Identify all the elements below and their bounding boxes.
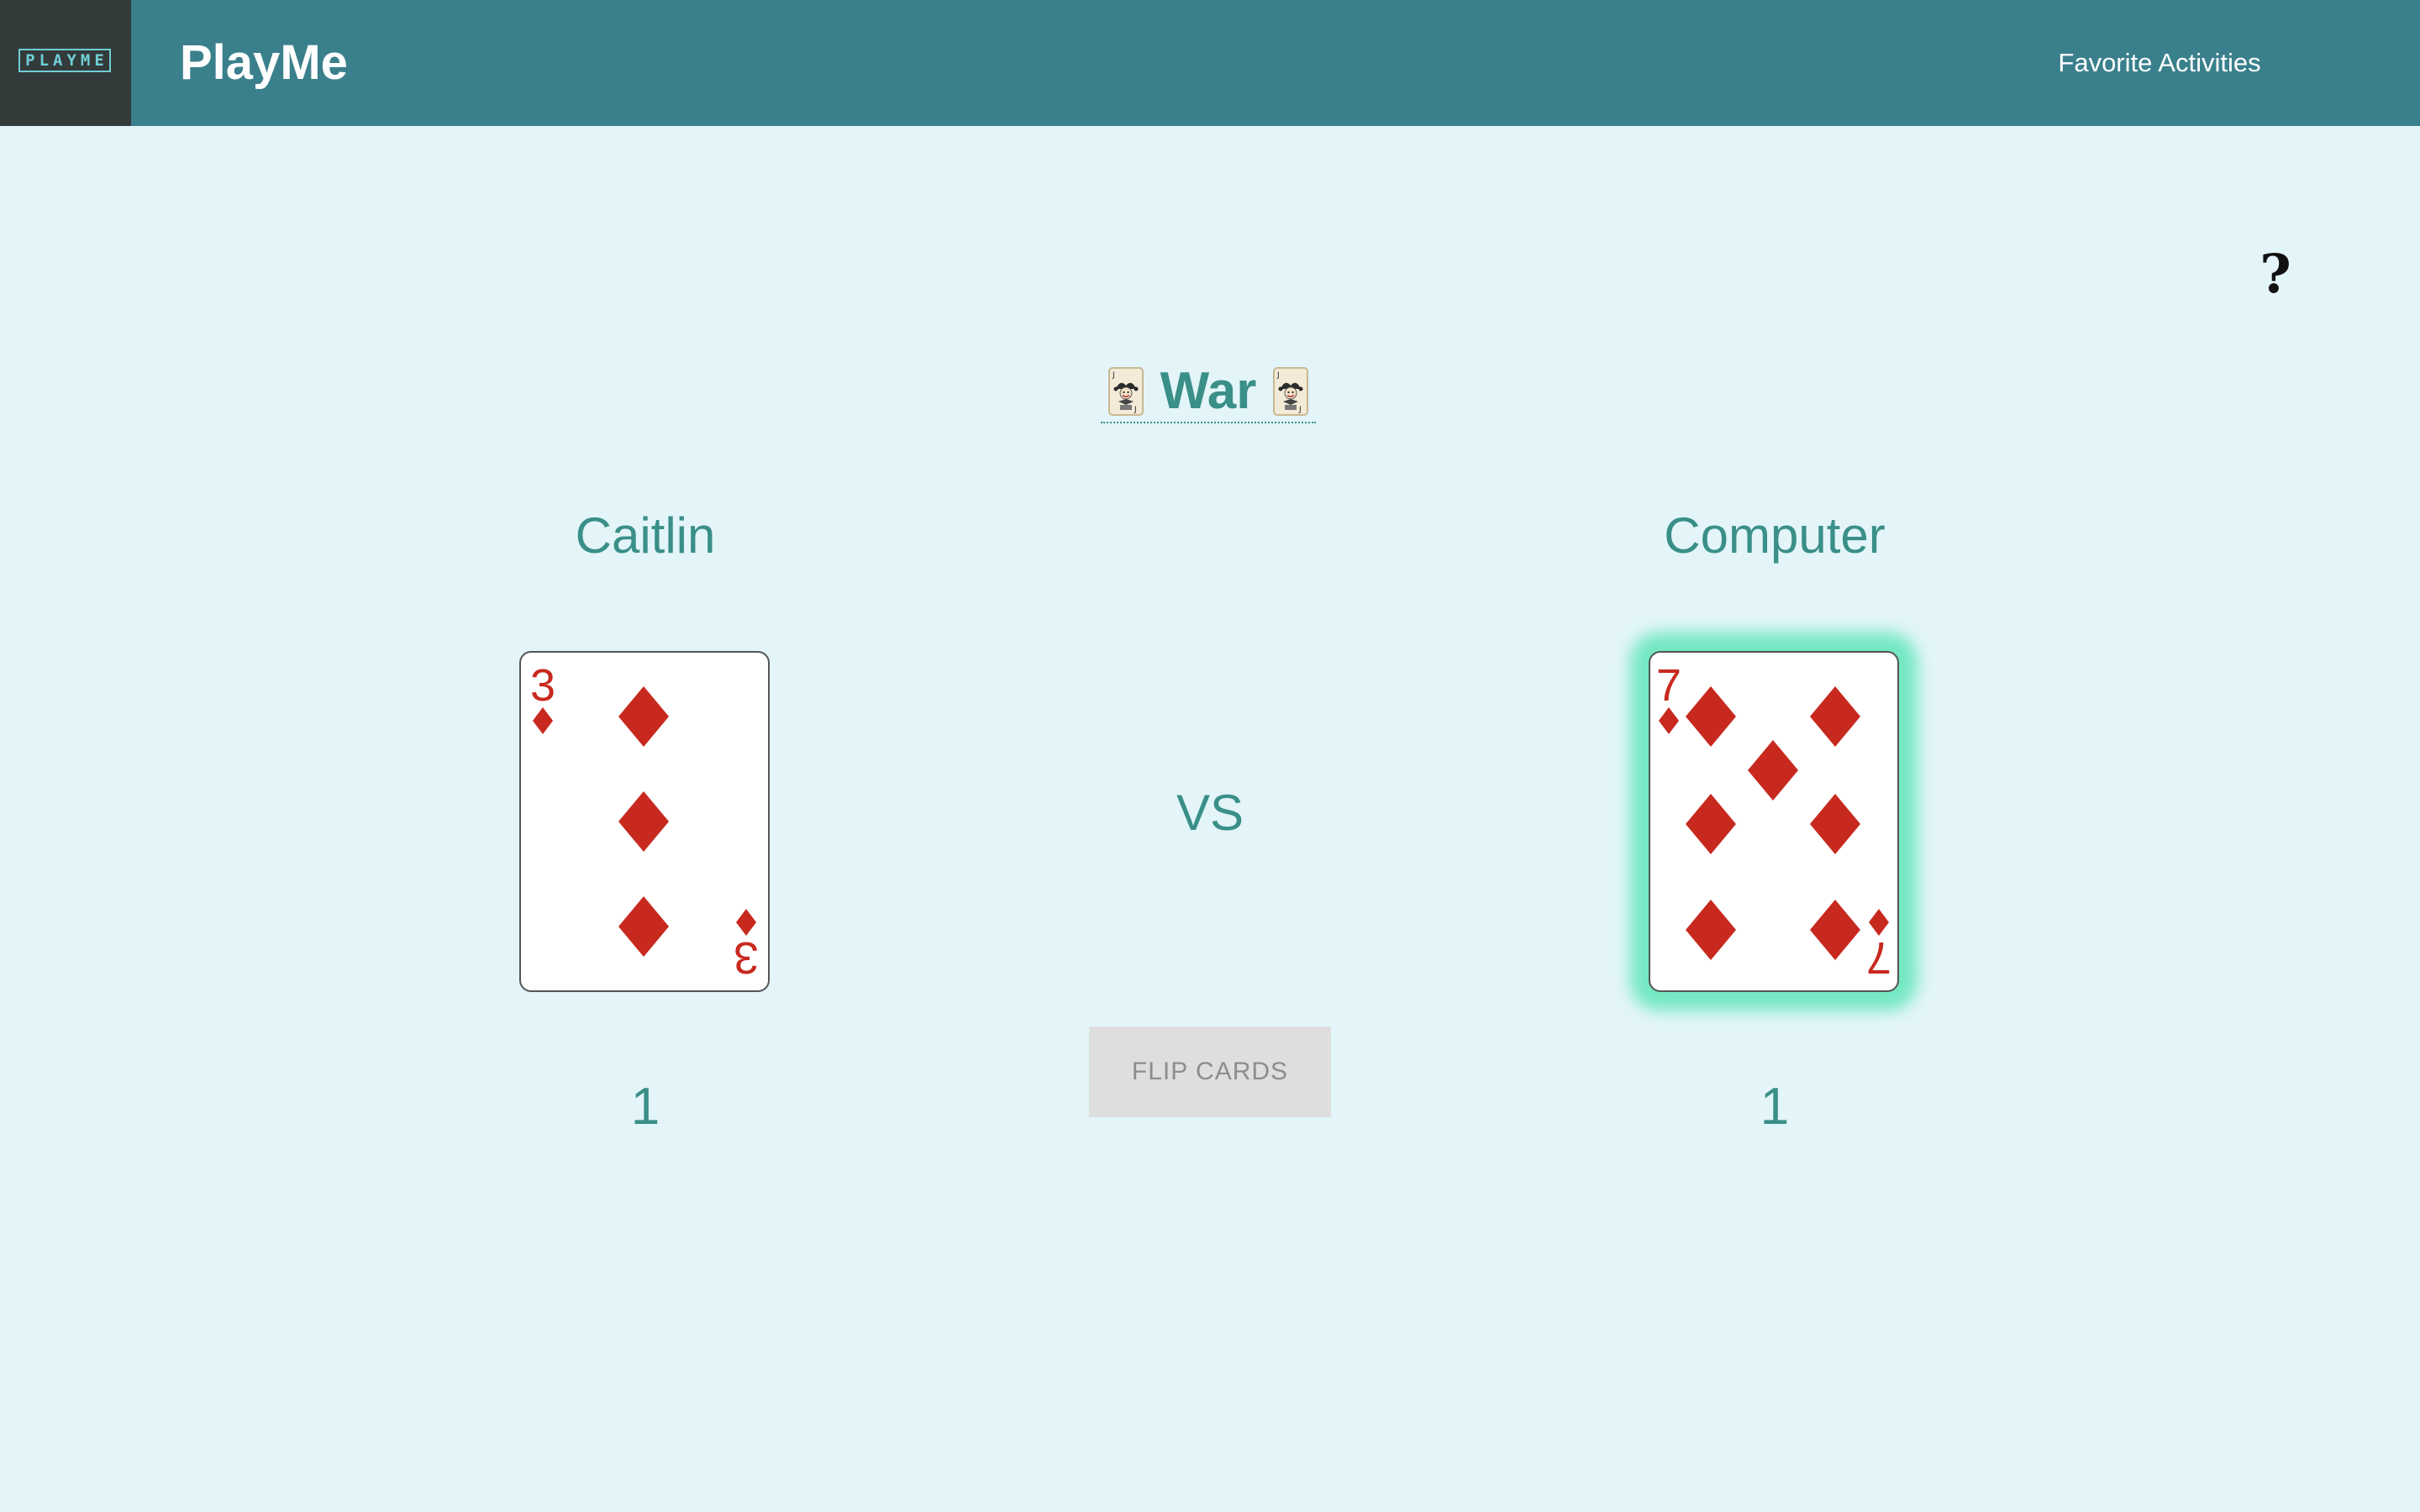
- score-caitlin: 1: [630, 1078, 660, 1136]
- diamond-pip-icon: [533, 707, 553, 734]
- diamond-pip-icon: [736, 909, 756, 936]
- top-navbar: PLAYME PlayMe Favorite Activities: [0, 0, 2420, 126]
- diamond-pip-icon: [1686, 686, 1736, 747]
- card-rank-bottom: 7: [1866, 932, 1891, 983]
- player-card-computer: 7 7: [1649, 651, 1899, 992]
- joker-card-icon: J J: [1107, 367, 1144, 416]
- diamond-pip-icon: [1810, 794, 1860, 854]
- joker-card-icon: J J: [1273, 367, 1309, 416]
- card-rank-top: 7: [1656, 660, 1681, 711]
- flip-cards-button[interactable]: FLIP CARDS: [1089, 1026, 1331, 1117]
- player-name-computer: Computer: [1664, 507, 1886, 564]
- diamond-pip-icon: [1686, 900, 1736, 960]
- player-card-caitlin: 3 3: [519, 651, 770, 992]
- player-name-caitlin: Caitlin: [575, 507, 716, 564]
- diamond-pip-icon: [618, 791, 669, 852]
- svg-text:J: J: [1112, 371, 1115, 380]
- diamond-pip-icon: [1869, 909, 1889, 936]
- score-computer: 1: [1760, 1078, 1790, 1136]
- svg-text:J: J: [1276, 371, 1280, 380]
- svg-text:J: J: [1298, 406, 1302, 414]
- diamond-pip-icon: [1810, 686, 1860, 747]
- vs-label: VS: [1176, 785, 1244, 841]
- diamond-pip-icon: [1748, 740, 1798, 801]
- game-title-text: War: [1160, 362, 1257, 420]
- card-rank-top: 3: [530, 660, 555, 711]
- diamond-pip-icon: [1810, 900, 1860, 960]
- svg-text:J: J: [1134, 406, 1137, 414]
- game-title[interactable]: J J War J J: [1101, 361, 1316, 423]
- diamond-pip-icon: [618, 896, 669, 957]
- logo[interactable]: PLAYME: [0, 0, 131, 126]
- app-title[interactable]: PlayMe: [180, 34, 348, 92]
- nav-link-favorite-activities[interactable]: Favorite Activities: [2017, 46, 2302, 80]
- diamond-pip-icon: [618, 686, 669, 747]
- help-icon[interactable]: ?: [2257, 245, 2294, 304]
- card-rank-bottom: 3: [734, 932, 759, 983]
- diamond-pip-icon: [1686, 794, 1736, 854]
- card-face: 3 3: [530, 660, 759, 983]
- logo-text: PLAYME: [18, 49, 111, 72]
- card-face: 7 7: [1656, 660, 1891, 983]
- diamond-pip-icon: [1659, 707, 1679, 734]
